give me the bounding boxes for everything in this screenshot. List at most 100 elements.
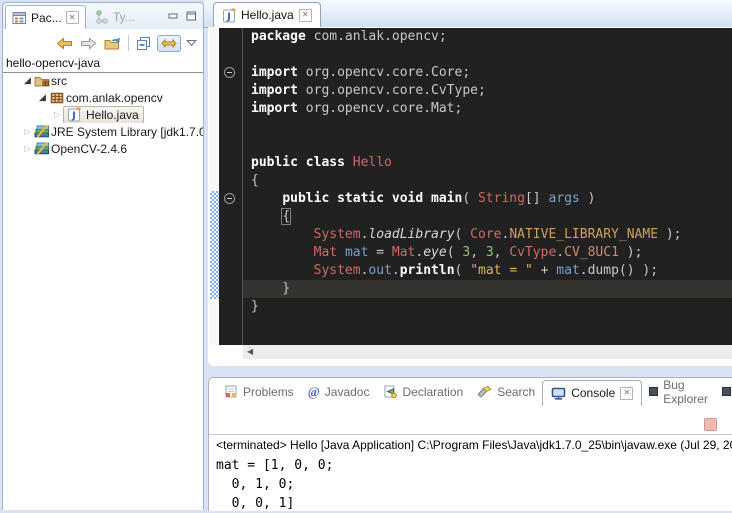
expanded-arrow-icon[interactable]: ◢ [22,75,33,86]
code-line[interactable]: package com.anlak.opencv; [243,28,732,46]
java-file-icon: J [222,8,236,23]
javadoc-icon: @ [308,385,320,398]
tab-label: Search [497,385,535,399]
tab-bug[interactable]: Bug [715,379,732,405]
declaration-icon [383,385,397,398]
tree-item-opencv-2-4-6[interactable]: ▷ OpenCV-2.4.6 [3,140,203,157]
toolbar-separator [128,35,129,51]
package-explorer-toolbar [54,31,199,55]
code-line[interactable]: import org.opencv.core.Mat; [243,100,732,118]
java-file-icon: J [65,107,83,122]
terminate-button[interactable] [704,418,717,431]
package-folder-icon [33,74,51,87]
view-window-buttons [168,11,197,22]
tab-type-hierarchy[interactable]: Ty... [89,5,141,28]
console-status-line: <terminated> Hello [Java Application] C:… [216,438,732,452]
tab-label: Declaration [402,385,463,399]
package-explorer-panel: Pac... ✕ Ty... hello-opencv-java ◢src◢co… [2,2,204,510]
tree-item-label: com.anlak.opencv [66,91,163,105]
code-line[interactable]: { [243,172,732,190]
editor-tab-label: Hello.java [241,8,294,22]
code-line[interactable]: Mat mat = Mat.eye( 3, 3, CvType.CV_8UC1 … [243,244,732,262]
package-icon [48,92,66,104]
up-button[interactable] [102,35,123,51]
editor-panel: package com.anlak.opencv; import org.open… [208,27,732,366]
console-panel: Problems @Javadoc Declaration Search Console… [208,377,732,511]
up-icon [104,36,121,50]
console-output: mat = [1, 0, 0; 0, 1, 0; 0, 0, 1] [216,456,732,513]
tab-console[interactable]: Console ✕ [542,380,642,406]
bug-icon [722,387,731,396]
code-line[interactable]: import org.opencv.core.CvType; [243,82,732,100]
tab-label: Console [571,386,615,400]
close-icon[interactable]: ✕ [66,11,79,24]
code-line[interactable]: public class Hello [243,154,732,172]
view-menu-button[interactable] [184,38,199,48]
console-tabbar: Problems @Javadoc Declaration Search Console… [209,378,732,405]
console-body[interactable]: <terminated> Hello [Java Application] C:… [209,434,732,511]
link-with-editor-button[interactable] [157,35,181,52]
expanded-arrow-icon[interactable]: ◢ [37,92,48,103]
collapsed-arrow-icon[interactable]: ▷ [52,110,63,119]
collapsed-arrow-icon[interactable]: ▷ [22,127,33,136]
fold-collapse-icon[interactable] [224,67,235,78]
code-line[interactable]: { [243,208,732,226]
code-line[interactable] [243,46,732,64]
tab-hello-java[interactable]: J Hello.java ✕ [213,2,321,27]
problems-icon [224,385,238,398]
svg-text:J: J [226,11,231,22]
project-root-label[interactable]: hello-opencv-java [3,56,203,73]
tab-package-explorer[interactable]: Pac... ✕ [5,5,86,29]
fold-gutter[interactable] [219,28,243,345]
package-explorer-icon [12,11,27,25]
tree-item-com-anlak-opencv[interactable]: ◢ com.anlak.opencv [3,89,203,106]
editor-tabbar: J Hello.java ✕ [204,0,732,28]
search-icon [477,385,492,398]
tab-package-explorer-label: Pac... [31,11,62,25]
close-icon[interactable]: ✕ [299,9,312,22]
tab-label: Bug Explorer [663,378,708,406]
code-line[interactable] [243,136,732,154]
tree-item-label: OpenCV-2.4.6 [51,142,127,156]
range-indicator [210,191,219,299]
back-icon [56,37,73,50]
code-line[interactable]: } [243,280,732,298]
tab-label: Problems [243,385,294,399]
collapse-all-button[interactable] [134,35,154,52]
code-line[interactable]: System.loadLibrary( Core.NATIVE_LIBRARY_… [243,226,732,244]
collapsed-arrow-icon[interactable]: ▷ [22,144,33,153]
tab-declaration[interactable]: Declaration [376,379,470,405]
horizontal-scrollbar[interactable]: ◀ [243,345,732,359]
collapse-all-icon [136,36,152,51]
project-tree: ◢src◢com.anlak.opencv▷JHello.java▷JRE Sy… [3,72,203,510]
close-icon[interactable]: ✕ [620,387,633,400]
tree-item-label: JRE System Library [jdk1.7.0 [51,125,203,139]
type-hierarchy-icon [95,10,109,24]
tree-item-src[interactable]: ◢src [3,72,203,89]
code-line[interactable]: import org.opencv.core.Core; [243,64,732,82]
tab-type-hierarchy-label: Ty... [113,10,135,24]
svg-text:J: J [71,111,76,122]
minimize-icon[interactable] [168,11,179,22]
tree-item-jre-system-library-jdk1-7-0[interactable]: ▷ JRE System Library [jdk1.7.0 [3,123,203,140]
package-explorer-tabbar: Pac... ✕ Ty... [3,3,203,29]
code-line[interactable]: public static void main( String[] args ) [243,190,732,208]
scroll-left-arrow-icon[interactable]: ◀ [247,348,253,356]
selected-item-highlight: J Hello.java [63,106,144,123]
code-line[interactable] [243,118,732,136]
forward-button[interactable] [78,36,99,51]
fold-collapse-icon[interactable] [224,193,235,204]
tree-item-hello-java[interactable]: ▷ J Hello.java [3,106,203,123]
forward-icon [80,37,97,50]
code-area[interactable]: package com.anlak.opencv; import org.open… [243,28,732,345]
back-button[interactable] [54,36,75,51]
library-icon [33,125,51,138]
tree-item-label: Hello.java [86,108,139,122]
maximize-icon[interactable] [186,11,197,22]
tab-search[interactable]: Search [470,379,542,405]
code-line[interactable]: System.out.println( "mat = " + mat.dump(… [243,262,732,280]
code-line[interactable]: } [243,298,732,316]
tab-javadoc[interactable]: @Javadoc [301,379,377,405]
tab-problems[interactable]: Problems [217,379,301,405]
tab-bug-explorer[interactable]: Bug Explorer [642,379,715,405]
